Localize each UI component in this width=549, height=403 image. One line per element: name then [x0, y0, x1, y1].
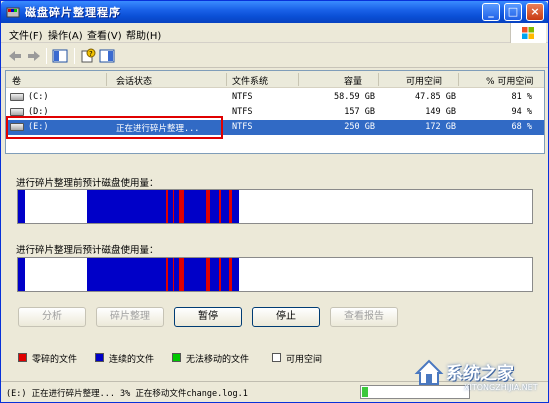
contiguous-file-segment: [183, 190, 207, 223]
menu-bar: 文件(F) 操作(A) 查看(V) 帮助(H): [1, 23, 548, 43]
contiguous-file-segment: [209, 258, 220, 291]
properties-icon[interactable]: ?: [80, 48, 96, 64]
volume-list-header: 卷 会话状态 文件系统 容量 可用空间 % 可用空间: [6, 71, 544, 88]
volume-percent-free: 68 %: [511, 122, 532, 132]
contiguous-file-segment: [18, 190, 26, 223]
volume-filesystem: NTFS: [232, 92, 253, 102]
svg-text:?: ?: [89, 50, 93, 58]
contiguous-file-segment: [221, 190, 230, 223]
windows-logo: [510, 23, 546, 43]
free-space-swatch: [272, 353, 281, 362]
volume-name: (D:): [28, 107, 49, 117]
volume-row-e[interactable]: (E:) 正在进行碎片整理... NTFS 250 GB 172 GB 68 %: [6, 120, 544, 135]
house-logo-icon: [414, 359, 444, 385]
title-bar[interactable]: 磁盘碎片整理程序 _ □ ×: [1, 1, 548, 23]
contiguous-swatch: [95, 353, 104, 362]
column-status[interactable]: 会话状态: [116, 74, 152, 87]
hard-drive-icon: [10, 93, 24, 101]
column-divider[interactable]: [458, 73, 459, 86]
volume-row-c[interactable]: (C:) NTFS 58.59 GB 47.85 GB 81 %: [6, 90, 544, 105]
progress-fill: [362, 387, 368, 397]
menu-file[interactable]: 文件(F): [9, 27, 43, 42]
volume-filesystem: NTFS: [232, 107, 253, 117]
status-text: (E:) 正在进行碎片整理... 3% 正在移动文件change.log.1: [6, 389, 248, 399]
minimize-button[interactable]: _: [482, 3, 500, 21]
back-arrow-icon[interactable]: [7, 48, 23, 64]
volume-free: 149 GB: [425, 107, 456, 117]
volume-list: 卷 会话状态 文件系统 容量 可用空间 % 可用空间 (C:) NTFS 58.…: [5, 70, 545, 154]
menu-view[interactable]: 查看(V): [87, 27, 122, 42]
hard-drive-icon: [10, 108, 24, 116]
show-hide-icon[interactable]: [52, 48, 68, 64]
contiguous-file-segment: [87, 190, 166, 223]
view-report-button[interactable]: 查看报告: [330, 307, 398, 327]
column-divider[interactable]: [298, 73, 299, 86]
analyze-button[interactable]: 分析: [18, 307, 86, 327]
column-free-space[interactable]: 可用空间: [406, 74, 442, 87]
window-title: 磁盘碎片整理程序: [25, 6, 121, 19]
maximize-button[interactable]: □: [504, 3, 522, 21]
fragmented-swatch: [18, 353, 27, 362]
column-volume[interactable]: 卷: [12, 74, 21, 87]
volume-free: 172 GB: [425, 122, 456, 132]
volume-status: 正在进行碎片整理...: [116, 124, 200, 134]
volume-percent-free: 94 %: [511, 107, 532, 117]
watermark-url: XITONGZHIJIA.NET: [464, 383, 538, 392]
stop-button[interactable]: 停止: [252, 307, 320, 327]
volume-name: (E:): [28, 122, 49, 132]
close-button[interactable]: ×: [526, 3, 544, 21]
defrag-app-icon: [6, 7, 20, 18]
contiguous-file-segment: [183, 258, 207, 291]
before-defrag-label: 进行碎片整理前预计磁盘使用量：: [16, 178, 159, 189]
toolbar-separator: [74, 48, 75, 64]
volume-row-d[interactable]: (D:) NTFS 157 GB 149 GB 94 %: [6, 105, 544, 120]
hard-drive-icon: [10, 123, 24, 131]
watermark: 系统之家 XITONGZHIJIA.NET: [408, 353, 548, 401]
after-defrag-display: [17, 257, 533, 292]
contiguous-file-segment: [231, 190, 239, 223]
forward-arrow-icon[interactable]: [26, 48, 42, 64]
contiguous-file-segment: [209, 190, 220, 223]
toolbar: ?: [1, 44, 548, 68]
contiguous-file-segment: [87, 258, 166, 291]
contiguous-file-segment: [231, 258, 239, 291]
column-divider[interactable]: [226, 73, 227, 86]
after-defrag-label: 进行碎片整理后预计磁盘使用量：: [16, 245, 159, 256]
windows-flag-icon: [522, 27, 534, 39]
contiguous-file-segment: [221, 258, 230, 291]
volume-capacity: 157 GB: [344, 107, 375, 117]
before-defrag-display: [17, 189, 533, 224]
column-divider[interactable]: [106, 73, 107, 86]
toolbar-separator: [46, 48, 47, 64]
column-divider[interactable]: [378, 73, 379, 86]
defragment-button[interactable]: 碎片整理: [96, 307, 164, 327]
column-filesystem[interactable]: 文件系统: [232, 74, 268, 87]
volume-capacity: 58.59 GB: [334, 92, 375, 102]
unmovable-swatch: [172, 353, 181, 362]
contiguous-file-segment: [18, 258, 26, 291]
volume-free: 47.85 GB: [415, 92, 456, 102]
volume-percent-free: 81 %: [511, 92, 532, 102]
help-icon[interactable]: [99, 48, 115, 64]
defrag-window: 磁盘碎片整理程序 _ □ × 文件(F) 操作(A) 查看(V) 帮助(H) ?…: [0, 0, 549, 403]
watermark-text: 系统之家: [446, 364, 514, 384]
menu-help[interactable]: 帮助(H): [126, 27, 161, 42]
column-percent-free[interactable]: % 可用空间: [486, 74, 533, 87]
column-capacity[interactable]: 容量: [344, 74, 362, 87]
volume-filesystem: NTFS: [232, 122, 253, 132]
volume-name: (C:): [28, 92, 49, 102]
menu-action[interactable]: 操作(A): [48, 27, 83, 42]
volume-capacity: 250 GB: [344, 122, 375, 132]
pause-button[interactable]: 暂停: [174, 307, 242, 327]
